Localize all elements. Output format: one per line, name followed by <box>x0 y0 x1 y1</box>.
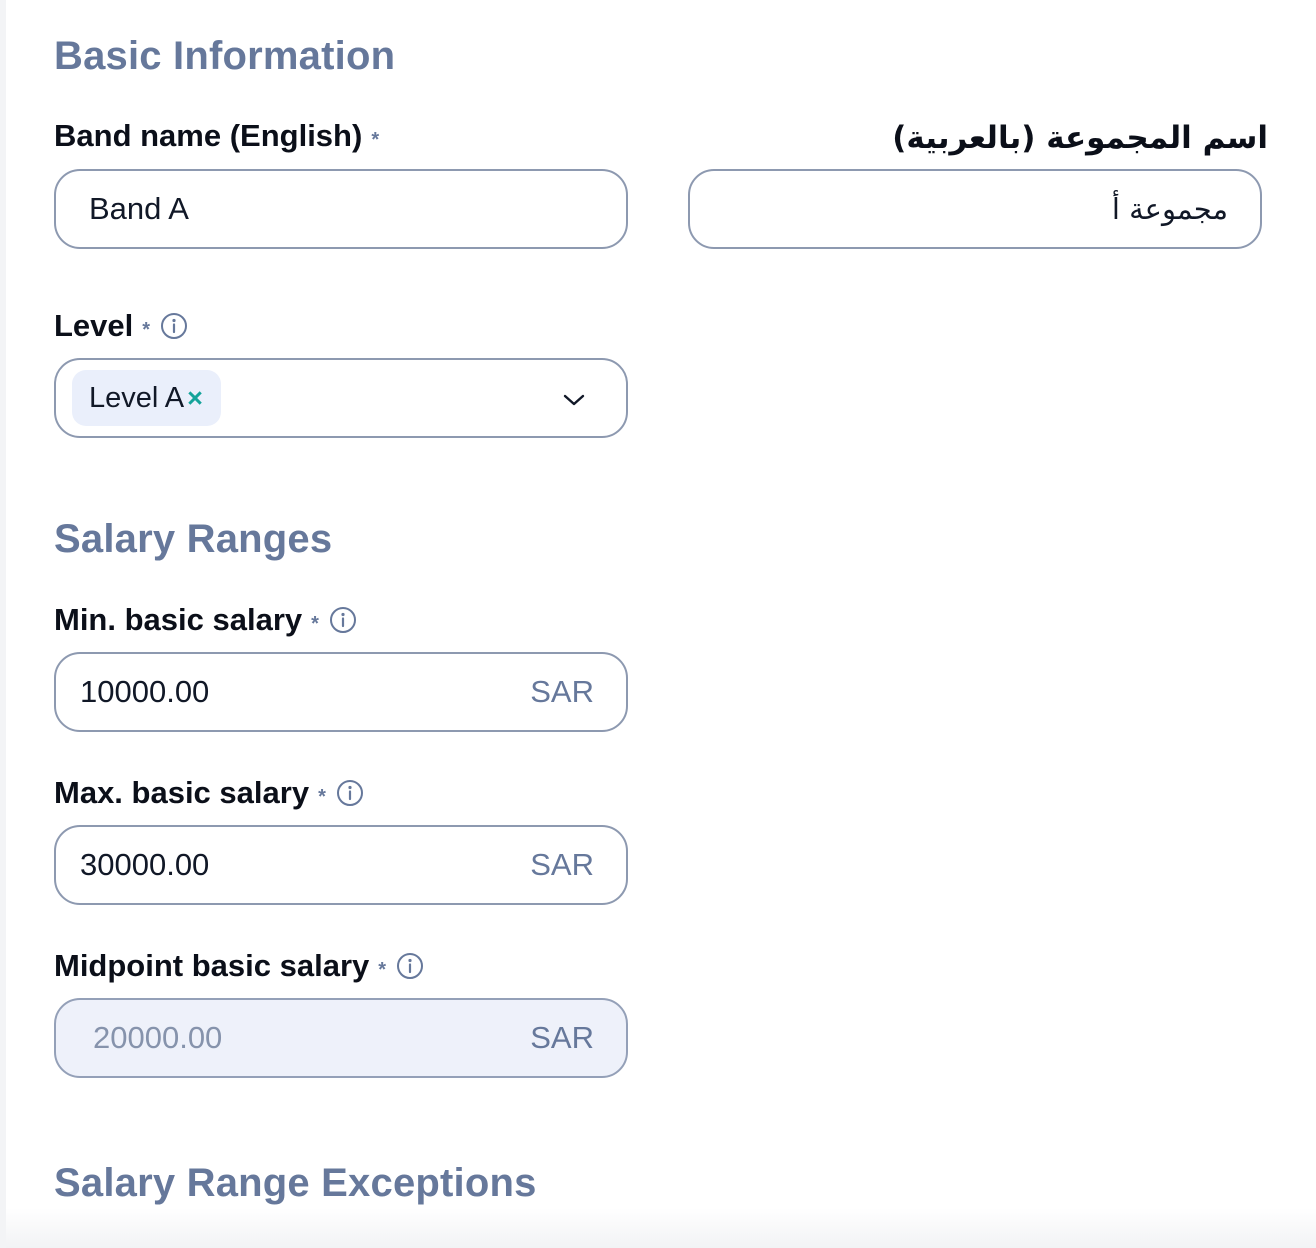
min-salary-label-text: Min. basic salary <box>54 602 303 637</box>
info-icon[interactable] <box>329 606 357 634</box>
section-title-salary-range-exceptions: Salary Range Exceptions <box>54 1161 537 1205</box>
max-salary-label: Max. basic salary * <box>54 777 364 808</box>
band-name-ar-input[interactable]: مجموعة أ <box>688 169 1262 249</box>
min-salary-value: 10000.00 <box>80 674 210 709</box>
level-chip: Level A × <box>72 370 221 426</box>
band-name-en-label: Band name (English) * <box>54 120 379 151</box>
level-select[interactable]: Level A × <box>54 358 628 438</box>
level-label-text: Level <box>54 308 134 343</box>
midpoint-salary-value: 20000.00 <box>93 1020 223 1055</box>
currency-unit: SAR <box>530 674 594 709</box>
info-icon[interactable] <box>160 312 188 340</box>
max-salary-input[interactable]: 30000.00 SAR <box>54 825 628 905</box>
max-salary-value: 30000.00 <box>80 847 210 882</box>
form-card: Basic Information Band name (English) * … <box>6 0 1316 1248</box>
info-icon[interactable] <box>336 779 364 807</box>
min-salary-input[interactable]: 10000.00 SAR <box>54 652 628 732</box>
band-name-en-value: Band A <box>89 191 189 226</box>
band-name-en-input[interactable]: Band A <box>54 169 628 249</box>
section-title-basic-information: Basic Information <box>54 34 396 78</box>
required-asterisk: * <box>378 958 387 981</box>
currency-unit: SAR <box>530 847 594 882</box>
info-icon[interactable] <box>396 952 424 980</box>
chip-remove-icon[interactable]: × <box>187 383 203 414</box>
band-name-ar-label: اسم المجموعة (بالعربية) <box>892 120 1268 156</box>
band-name-en-label-text: Band name (English) <box>54 118 363 153</box>
section-title-salary-ranges: Salary Ranges <box>54 517 333 561</box>
required-asterisk: * <box>311 612 319 635</box>
required-asterisk: * <box>142 318 151 341</box>
level-chip-label: Level A <box>89 381 185 414</box>
level-label: Level * <box>54 310 188 341</box>
midpoint-salary-label: Midpoint basic salary * <box>54 950 424 981</box>
max-salary-label-text: Max. basic salary <box>54 775 310 810</box>
required-asterisk: * <box>318 785 326 808</box>
min-salary-label: Min. basic salary * <box>54 604 357 635</box>
required-asterisk: * <box>371 128 380 151</box>
band-name-ar-value: مجموعة أ <box>1111 192 1228 226</box>
midpoint-salary-label-text: Midpoint basic salary <box>54 948 370 983</box>
chevron-down-icon[interactable] <box>562 388 586 412</box>
scroll-fade <box>6 1208 1316 1248</box>
midpoint-salary-input: 20000.00 SAR <box>54 998 628 1078</box>
currency-unit: SAR <box>530 1020 594 1055</box>
